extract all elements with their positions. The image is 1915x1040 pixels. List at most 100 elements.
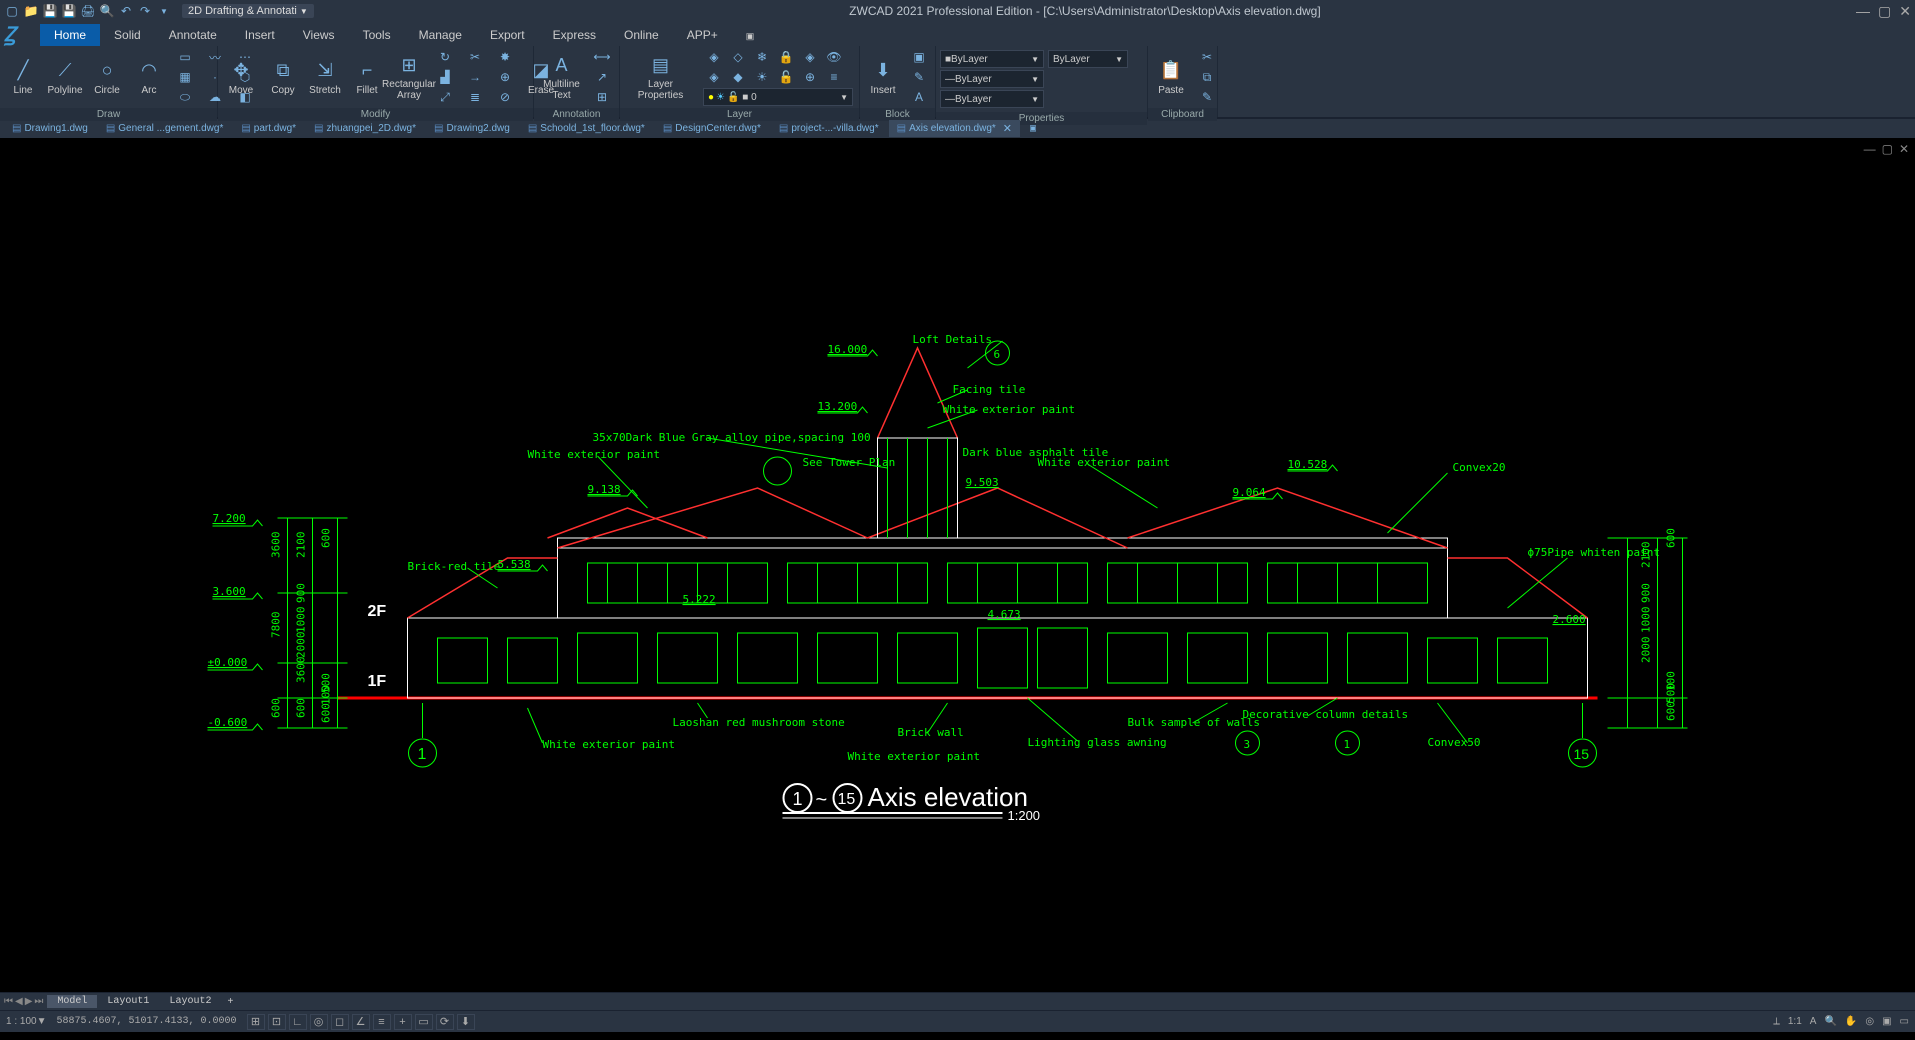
dim-linear-icon[interactable]: ⟷: [591, 48, 613, 66]
filetab-8[interactable]: ▤Axis elevation.dwg*✕: [889, 120, 1020, 137]
layout-tab-1[interactable]: Layout1: [97, 995, 159, 1008]
layer-merge-icon[interactable]: ⊕: [799, 68, 821, 86]
toggle-snap[interactable]: ⊡: [268, 1014, 286, 1030]
block-create-icon[interactable]: ▣: [908, 48, 930, 66]
layer-on-icon[interactable]: ◆: [727, 68, 749, 86]
layer-lock-icon[interactable]: 🔒: [775, 48, 797, 66]
trim-icon[interactable]: ✂: [464, 48, 486, 66]
toggle-more[interactable]: ⬇: [457, 1014, 475, 1030]
minimize-button[interactable]: —: [1856, 3, 1870, 20]
layout-add-icon[interactable]: +: [221, 996, 239, 1007]
stretch-button[interactable]: ⇲Stretch: [308, 57, 342, 98]
draw-ellipse-icon[interactable]: ⬭: [174, 88, 196, 106]
qat-plot-icon[interactable]: 🖨: [80, 3, 96, 19]
layer-thaw-icon[interactable]: ☀: [751, 68, 773, 86]
qat-save-icon[interactable]: 💾: [42, 3, 58, 19]
qat-new-icon[interactable]: ▢: [4, 3, 20, 19]
qat-saveas-icon[interactable]: 💾: [61, 3, 77, 19]
status-anno-icon[interactable]: A: [1810, 1016, 1817, 1027]
explode-icon[interactable]: ✸: [494, 48, 516, 66]
layer-off-icon[interactable]: ◇: [727, 48, 749, 66]
tab-annotate[interactable]: Annotate: [155, 24, 231, 46]
filetab-4[interactable]: ▤Drawing2.dwg: [426, 121, 518, 136]
tab-app[interactable]: APP+: [673, 24, 732, 46]
qat-undo-icon[interactable]: ↶: [118, 3, 134, 19]
join-icon[interactable]: ⊕: [494, 68, 516, 86]
layer-iso-icon[interactable]: ◈: [703, 48, 725, 66]
app-logo-icon[interactable]: Ꙁ: [4, 20, 16, 47]
layer-current-combo[interactable]: ●☀🔓 ■ 0▼: [703, 88, 853, 106]
matchprop-icon[interactable]: ✎: [1196, 88, 1218, 106]
fillet-button[interactable]: ⌐Fillet: [350, 57, 384, 98]
toggle-dyn[interactable]: +: [394, 1014, 412, 1030]
toggle-otrack[interactable]: ∠: [352, 1014, 370, 1030]
tab-manage[interactable]: Manage: [405, 24, 476, 46]
status-clean-icon[interactable]: ▭: [1900, 1016, 1909, 1027]
toggle-lwt[interactable]: ≡: [373, 1014, 391, 1030]
filetab-6[interactable]: ▤DesignCenter.dwg*: [655, 121, 769, 136]
block-attr-icon[interactable]: A: [908, 88, 930, 106]
color-combo[interactable]: ■ ByLayer▼: [940, 50, 1044, 68]
paste-button[interactable]: 📋Paste: [1154, 57, 1188, 98]
array-button[interactable]: ⊞Rectangular Array: [392, 51, 426, 103]
block-edit-icon[interactable]: ✎: [908, 68, 930, 86]
toggle-osnap[interactable]: ◻: [331, 1014, 349, 1030]
layer-freeze-icon[interactable]: ❄: [751, 48, 773, 66]
status-zoom-icon[interactable]: 🔍: [1824, 1016, 1836, 1027]
line-button[interactable]: ╱Line: [6, 57, 40, 98]
leader-icon[interactable]: ↗: [591, 68, 613, 86]
table-icon[interactable]: ⊞: [591, 88, 613, 106]
insert-button[interactable]: ⬇Insert: [866, 57, 900, 98]
tab-export[interactable]: Export: [476, 24, 539, 46]
filetab-7[interactable]: ▤project-...-villa.dwg*: [771, 121, 887, 136]
toggle-ortho[interactable]: ∟: [289, 1014, 307, 1030]
status-steer-icon[interactable]: ◎: [1865, 1016, 1874, 1027]
filetab-2[interactable]: ▤part.dwg*: [233, 121, 304, 136]
tab-tools[interactable]: Tools: [349, 24, 405, 46]
break-icon[interactable]: ⊘: [494, 88, 516, 106]
layout-first-icon[interactable]: ⏮: [4, 996, 13, 1007]
status-pan-icon[interactable]: ✋: [1845, 1016, 1857, 1027]
tab-insert[interactable]: Insert: [231, 24, 289, 46]
tab-views[interactable]: Views: [289, 24, 349, 46]
layer-unlock-icon[interactable]: 🔓: [775, 68, 797, 86]
workspace-selector[interactable]: 2D Drafting & Annotati ▼: [182, 4, 314, 18]
status-ucs-icon[interactable]: ⟂: [1773, 1016, 1780, 1027]
ribbon-collapse-icon[interactable]: ▣: [732, 27, 769, 46]
layout-tab-model[interactable]: Model: [47, 995, 97, 1008]
drawing-canvas[interactable]: — ▢ ✕ .gr{stroke:#00ff00;fill:none;strok…: [0, 138, 1915, 992]
rotate-icon[interactable]: ↻: [434, 48, 456, 66]
linetype-combo[interactable]: — ByLayer▼: [940, 90, 1044, 108]
tab-solid[interactable]: Solid: [100, 24, 155, 46]
layer-state-icon[interactable]: ◈: [799, 48, 821, 66]
mirror-icon[interactable]: ▟: [434, 68, 456, 86]
tab-online[interactable]: Online: [610, 24, 673, 46]
cut-icon[interactable]: ✂: [1196, 48, 1218, 66]
toggle-cycle[interactable]: ⟳: [436, 1014, 454, 1030]
layer-walk-icon[interactable]: 👁: [823, 48, 845, 66]
new-tab-button[interactable]: ▣: [1022, 121, 1044, 137]
toggle-model[interactable]: ▭: [415, 1014, 433, 1030]
viewport-minimize-icon[interactable]: —: [1864, 142, 1876, 156]
status-scale-combo[interactable]: 1:1: [1788, 1016, 1802, 1027]
layout-tab-2[interactable]: Layout2: [159, 995, 221, 1008]
copy-button[interactable]: ⧉Copy: [266, 57, 300, 98]
toggle-polar[interactable]: ◎: [310, 1014, 328, 1030]
layerprops-button[interactable]: ▤Layer Properties: [626, 51, 695, 103]
status-annoscale[interactable]: 1 : 100▼: [6, 1016, 46, 1027]
qat-more-icon[interactable]: ▼: [156, 3, 172, 19]
viewport-close-icon[interactable]: ✕: [1899, 142, 1909, 156]
layout-next-icon[interactable]: ▶: [25, 996, 33, 1007]
viewport-maximize-icon[interactable]: ▢: [1882, 142, 1893, 156]
filetab-5[interactable]: ▤Schoold_1st_floor.dwg*: [520, 121, 653, 136]
arc-button[interactable]: ◠Arc: [132, 57, 166, 98]
qat-preview-icon[interactable]: 🔍: [99, 3, 115, 19]
maximize-button[interactable]: ▢: [1878, 3, 1891, 20]
tab-home[interactable]: Home: [40, 24, 100, 46]
draw-rect-icon[interactable]: ▭: [174, 48, 196, 66]
filetab-1[interactable]: ▤General ...gement.dwg*: [98, 121, 232, 136]
scale-icon[interactable]: ⤢: [434, 88, 456, 106]
draw-hatch-icon[interactable]: ▦: [174, 68, 196, 86]
layout-prev-icon[interactable]: ◀: [15, 996, 23, 1007]
close-tab-icon[interactable]: ✕: [1003, 122, 1012, 135]
